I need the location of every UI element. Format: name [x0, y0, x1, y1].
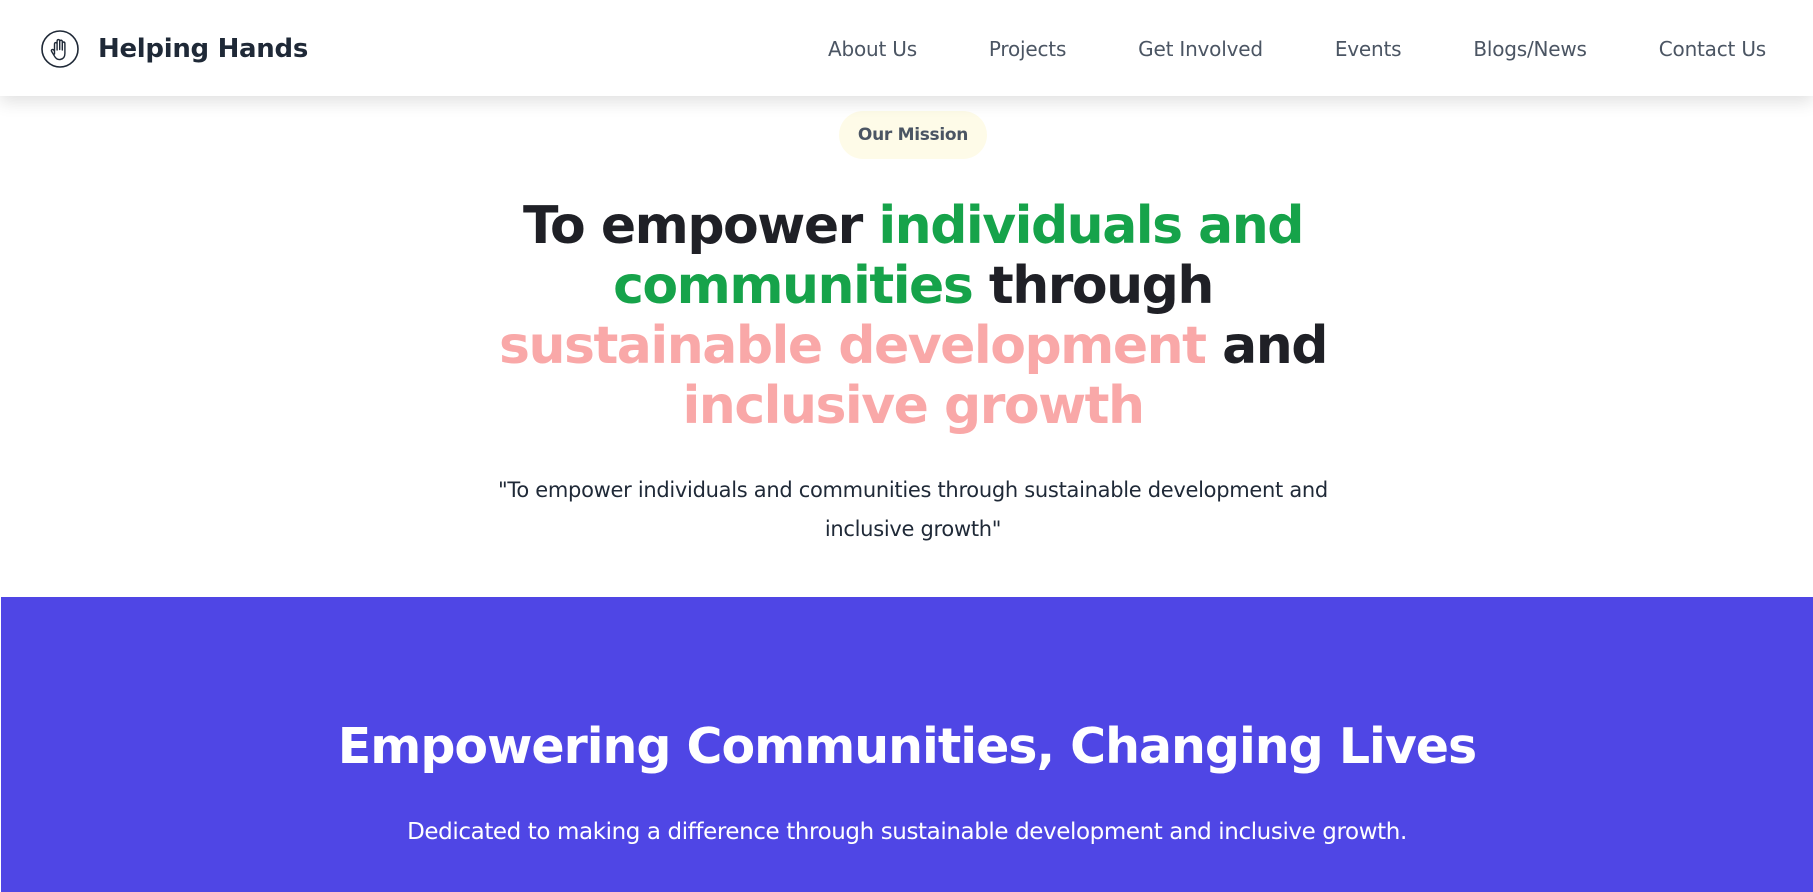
hero-title: Empowering Communities, Changing Lives — [337, 718, 1477, 775]
mission-headline: To empower individuals and communities t… — [456, 196, 1370, 436]
mission-section: Our Mission To empower individuals and c… — [0, 96, 1813, 597]
headline-text: To empower — [522, 196, 879, 256]
headline-text: through — [972, 256, 1215, 316]
nav-item-events[interactable]: Events — [1335, 37, 1402, 61]
headline-line-3: sustainable development and — [456, 316, 1370, 376]
main-nav: About Us Projects Get Involved Events Bl… — [828, 36, 1766, 62]
nav-item-contact-us[interactable]: Contact Us — [1659, 37, 1766, 61]
nav-item-get-involved[interactable]: Get Involved — [1138, 37, 1263, 61]
mission-quote: "To empower individuals and communities … — [498, 478, 1328, 541]
headline-highlight-green: individuals and — [878, 196, 1304, 256]
brand-name: Helping Hands — [98, 34, 309, 64]
nav-item-about-us[interactable]: About Us — [828, 37, 917, 61]
headline-highlight-green: communities — [613, 256, 974, 316]
nav-item-projects[interactable]: Projects — [989, 37, 1066, 61]
headline-text: and — [1205, 316, 1328, 376]
headline-line-1: To empower individuals and — [456, 196, 1370, 256]
brand-logo-link[interactable]: Helping Hands — [40, 28, 308, 70]
headline-line-2: communities through — [456, 256, 1370, 316]
hand-icon — [40, 29, 80, 69]
mission-badge: Our Mission — [839, 111, 987, 159]
hero-section: Empowering Communities, Changing Lives D… — [1, 597, 1813, 892]
nav-item-blogs-news[interactable]: Blogs/News — [1473, 37, 1587, 61]
headline-highlight-pink: sustainable development — [499, 316, 1207, 376]
hero-subtitle: Dedicated to making a difference through… — [407, 819, 1407, 845]
headline-highlight-pink: inclusive growth — [682, 376, 1145, 436]
site-header: Helping Hands About Us Projects Get Invo… — [0, 0, 1813, 96]
headline-line-4: inclusive growth — [456, 376, 1370, 436]
page: Helping Hands About Us Projects Get Invo… — [0, 0, 1813, 892]
